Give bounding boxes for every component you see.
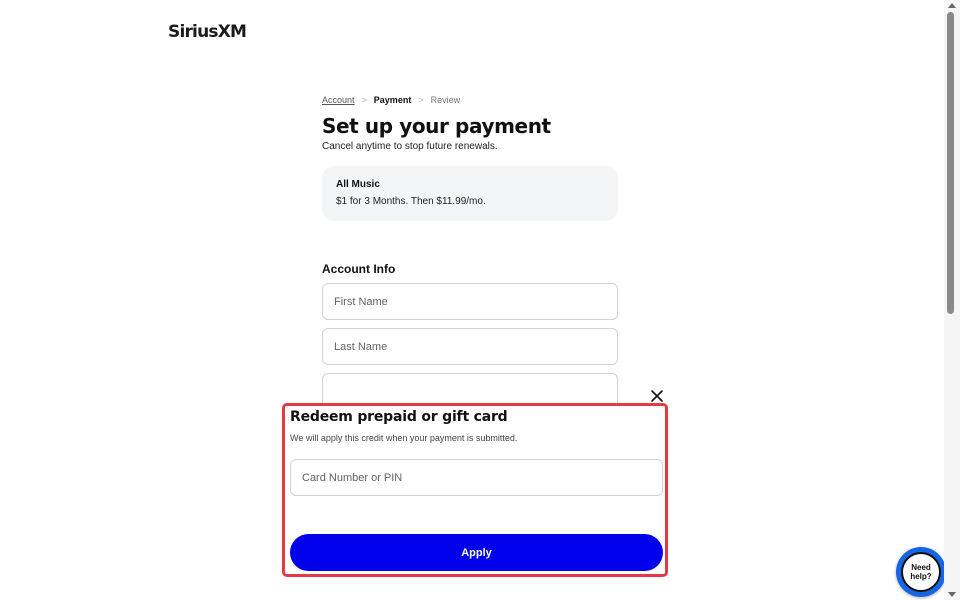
chevron-right-icon: > <box>418 95 424 105</box>
page-scrollbar[interactable] <box>944 0 960 600</box>
need-help-button[interactable]: Need help? <box>896 547 946 597</box>
scrollbar-thumb[interactable] <box>947 12 954 314</box>
breadcrumb-payment: Payment <box>373 95 412 105</box>
card-number-input[interactable] <box>291 460 662 495</box>
plan-name: All Music <box>336 179 380 190</box>
close-icon[interactable] <box>650 389 664 403</box>
plan-summary-card: All Music $1 for 3 Months. Then $11.99/m… <box>322 166 618 221</box>
plan-price: $1 for 3 Months. Then $11.99/mo. <box>336 196 486 207</box>
card-number-field-wrapper <box>290 459 663 496</box>
breadcrumb: Account > Payment > Review <box>322 95 460 105</box>
redeem-gift-card-modal: Redeem prepaid or gift card We will appl… <box>282 403 668 577</box>
chat-bubble-icon: Need help? <box>901 552 941 592</box>
scroll-up-icon[interactable] <box>948 3 956 8</box>
scroll-down-icon[interactable] <box>948 592 956 597</box>
modal-subtitle: We will apply this credit when your paym… <box>290 433 518 443</box>
last-name-input[interactable] <box>323 329 617 364</box>
need-help-label: Need help? <box>910 563 932 581</box>
first-name-input[interactable] <box>323 284 617 319</box>
breadcrumb-review: Review <box>430 95 461 105</box>
last-name-field-wrapper <box>322 328 618 365</box>
modal-title: Redeem prepaid or gift card <box>290 409 508 425</box>
page-subtitle: Cancel anytime to stop future renewals. <box>322 141 498 152</box>
apply-button[interactable]: Apply <box>290 534 663 571</box>
chevron-right-icon: > <box>361 95 367 105</box>
siriusxm-logo[interactable]: SiriusXM <box>168 22 247 42</box>
breadcrumb-account[interactable]: Account <box>322 95 355 105</box>
account-info-heading: Account Info <box>322 262 396 276</box>
partially-hidden-field <box>322 373 618 403</box>
first-name-field-wrapper <box>322 283 618 320</box>
page-title: Set up your payment <box>322 114 551 138</box>
